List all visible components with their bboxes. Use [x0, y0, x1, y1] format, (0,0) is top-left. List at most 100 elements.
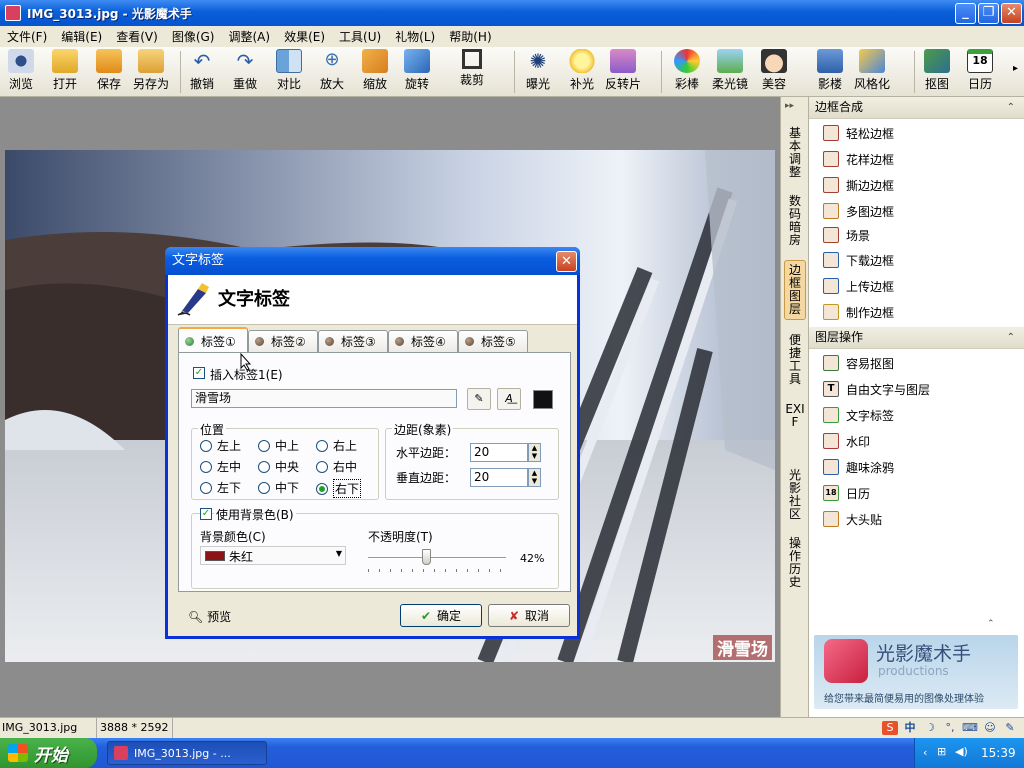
panel-item-fancy-border[interactable]: 花样边框	[823, 149, 894, 169]
panel-item-torn-border[interactable]: 撕边边框	[823, 175, 894, 195]
panel-item-make-border[interactable]: 制作边框	[823, 302, 894, 322]
position-bottom-left[interactable]: 左下	[200, 479, 241, 496]
ime-moon-icon[interactable]: ☽	[922, 721, 938, 735]
studio-button[interactable]: 影楼	[817, 49, 843, 92]
panel-item-easy-cutout[interactable]: 容易抠图	[823, 353, 894, 373]
close-button[interactable]: ✕	[1001, 3, 1022, 24]
menu-gifts[interactable]: 礼物(L)	[388, 28, 442, 45]
position-top-left[interactable]: 左上	[200, 437, 241, 454]
compare-button[interactable]: 对比	[276, 49, 302, 92]
tab-label-5[interactable]: 标签⑤	[458, 330, 528, 352]
opacity-slider-track[interactable]	[368, 557, 506, 559]
ime-user-icon[interactable]: ☺	[982, 721, 998, 735]
tab-digital-darkroom[interactable]: 数码暗房	[784, 195, 806, 247]
panel-item-upload-border[interactable]: 上传边框	[823, 276, 894, 296]
undo-button[interactable]: ↶ 撤销	[189, 49, 215, 92]
panel-item-watermark[interactable]: 水印	[823, 431, 870, 451]
label-text-input[interactable]: 滑雪场	[191, 389, 457, 408]
position-middle-left[interactable]: 左中	[200, 458, 241, 475]
pen-style-button[interactable]: ✎	[467, 388, 491, 410]
menu-tools[interactable]: 工具(U)	[332, 28, 388, 45]
h-margin-spinner[interactable]: ▲ ▼	[528, 443, 541, 462]
menu-file[interactable]: 文件(F)	[0, 28, 54, 45]
position-middle-right[interactable]: 右中	[316, 458, 357, 475]
ok-button[interactable]: ✔ 确定	[400, 604, 482, 627]
stylize-button[interactable]: 风格化	[854, 49, 890, 92]
layer-section-header[interactable]: 图层操作 ⌃	[809, 327, 1024, 349]
panel-item-scene[interactable]: 场景	[823, 225, 870, 245]
cutout-button[interactable]: 抠图	[924, 49, 950, 92]
preview-button[interactable]: 🔍︎ 预览	[188, 608, 231, 625]
panel-item-multi-border[interactable]: 多图边框	[823, 201, 894, 221]
ime-punct-icon[interactable]: °,	[942, 721, 958, 735]
tab-history[interactable]: 操作历史	[784, 537, 806, 589]
minimize-button[interactable]: _	[955, 3, 976, 24]
tab-label-4[interactable]: 标签④	[388, 330, 458, 352]
menu-effects[interactable]: 效果(E)	[277, 28, 332, 45]
zoom-in-button[interactable]: ⊕ 放大	[319, 49, 345, 92]
use-bg-checkbox[interactable]: ✓	[200, 508, 212, 520]
rotate-button[interactable]: 旋转	[404, 49, 430, 92]
position-center[interactable]: 中央	[258, 458, 299, 475]
tab-border-layers[interactable]: 边框图层	[784, 260, 806, 320]
v-margin-input[interactable]: 20	[470, 468, 528, 487]
panel-item-photo-sticker[interactable]: 大头贴	[823, 509, 882, 529]
taskbar-window-item[interactable]: IMG_3013.jpg - ...	[107, 741, 267, 765]
exposure-button[interactable]: ✺ 曝光	[525, 49, 551, 92]
open-button[interactable]: 打开	[52, 49, 78, 92]
toolbar-overflow-arrow-icon[interactable]: ▸	[1013, 63, 1018, 74]
browse-button[interactable]: 浏览	[8, 49, 34, 92]
save-as-button[interactable]: 另存为	[133, 49, 169, 92]
panel-item-easy-border[interactable]: 轻松边框	[823, 123, 894, 143]
panel-item-free-text[interactable]: T 自由文字与图层	[823, 379, 930, 399]
tab-label-2[interactable]: 标签②	[248, 330, 318, 352]
tab-exif[interactable]: EXIF	[784, 403, 806, 429]
brand-banner[interactable]: 光影魔术手 productions 给您带来最简便易用的图像处理体验	[814, 635, 1018, 709]
panel-item-text-label[interactable]: 文字标签	[823, 405, 894, 425]
collapse-chevron-icon[interactable]: ⌃	[1007, 327, 1015, 348]
panel-item-calendar[interactable]: 18 日历	[823, 483, 870, 503]
insert-label-checkbox[interactable]: ✓	[193, 367, 205, 379]
tab-quick-tools[interactable]: 便捷工具	[784, 334, 806, 386]
resize-button[interactable]: 缩放	[362, 49, 388, 92]
redo-button[interactable]: ↷ 重做	[232, 49, 258, 92]
tab-community[interactable]: 光影社区	[784, 469, 806, 521]
border-section-header[interactable]: 边框合成 ⌃	[809, 97, 1024, 119]
ime-keyboard-icon[interactable]: ⌨	[962, 721, 978, 735]
ime-wrench-icon[interactable]: ✎	[1002, 721, 1018, 735]
position-bottom-right[interactable]: 右下	[316, 479, 362, 498]
text-color-swatch[interactable]	[533, 390, 553, 409]
crop-button[interactable]: 裁剪	[460, 49, 484, 88]
opacity-slider-thumb[interactable]	[421, 549, 431, 565]
h-margin-input[interactable]: 20	[470, 443, 528, 462]
start-button[interactable]: 开始	[0, 738, 97, 768]
menu-adjust[interactable]: 调整(A)	[221, 28, 277, 45]
soft-light-button[interactable]: 柔光镜	[712, 49, 748, 92]
menu-help[interactable]: 帮助(H)	[442, 28, 498, 45]
menu-edit[interactable]: 编辑(E)	[54, 28, 109, 45]
position-top-center[interactable]: 中上	[258, 437, 299, 454]
position-top-right[interactable]: 右上	[316, 437, 357, 454]
dialog-close-button[interactable]: ✕	[556, 251, 577, 272]
collapse-chevron-icon[interactable]: ⌃	[1007, 97, 1015, 118]
menu-image[interactable]: 图像(G)	[165, 28, 222, 45]
tab-label-3[interactable]: 标签③	[318, 330, 388, 352]
panel-item-download-border[interactable]: 下载边框	[823, 250, 894, 270]
ime-logo-icon[interactable]: S	[882, 720, 898, 735]
panel-item-doodle[interactable]: 趣味涂鸦	[823, 457, 894, 477]
tab-basic-adjust[interactable]: 基本调整	[784, 127, 806, 179]
network-icon[interactable]: ⊞	[937, 745, 946, 758]
color-brush-button[interactable]: 彩棒	[674, 49, 700, 92]
tray-arrow-icon[interactable]: ‹	[923, 746, 927, 759]
font-button[interactable]: A͟	[497, 388, 521, 410]
v-margin-spinner[interactable]: ▲ ▼	[528, 468, 541, 487]
calendar-button[interactable]: 18 日历	[967, 49, 993, 92]
ime-chinese-icon[interactable]: 中	[902, 721, 918, 735]
panel-collapse-icon[interactable]: ▸▸	[785, 101, 794, 111]
collapse-chevron-icon[interactable]: ⌃	[987, 619, 995, 629]
reverse-film-button[interactable]: 反转片	[605, 49, 641, 92]
save-button[interactable]: 保存	[96, 49, 122, 92]
fill-light-button[interactable]: 补光	[569, 49, 595, 92]
cancel-button[interactable]: ✘ 取消	[488, 604, 570, 627]
volume-icon[interactable]: ◀)	[955, 745, 968, 758]
